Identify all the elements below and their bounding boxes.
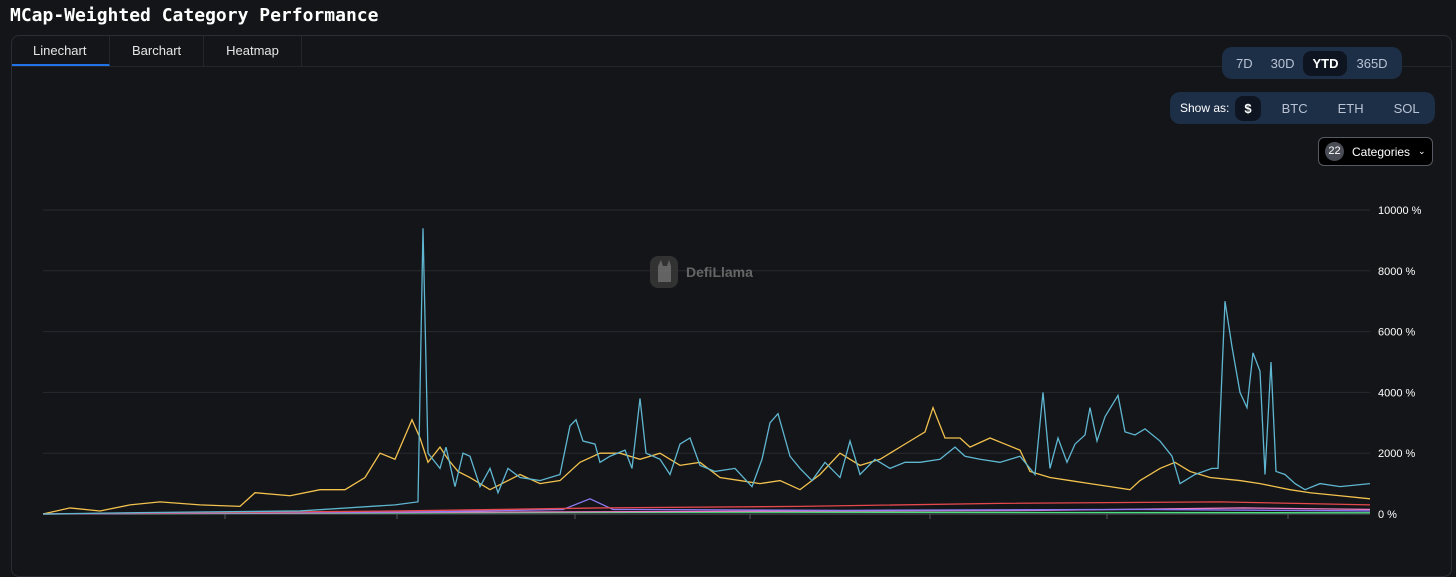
y-tick-label: 4000 % — [1378, 387, 1416, 399]
show-as-eth[interactable]: ETH — [1329, 96, 1373, 121]
range-7d[interactable]: 7D — [1227, 51, 1262, 76]
llama-logo-icon — [650, 256, 678, 288]
show-as-usd[interactable]: $ — [1235, 95, 1261, 121]
categories-label: Categories — [1352, 144, 1411, 159]
y-tick-label: 0 % — [1378, 509, 1397, 521]
y-tick-label: 2000 % — [1378, 448, 1416, 460]
series-yellow-line — [42, 405, 1371, 515]
range-ytd[interactable]: YTD — [1303, 50, 1348, 76]
show-as-label: Show as: — [1180, 101, 1230, 115]
range-365d[interactable]: 365D — [1347, 51, 1396, 76]
chevron-down-icon: ⌄ — [1418, 146, 1426, 156]
show-as-btc[interactable]: BTC — [1273, 96, 1317, 121]
time-range-selector: 7D 30D YTD 365D — [1222, 47, 1402, 79]
watermark-text: DefiLlama — [686, 264, 753, 280]
range-30d[interactable]: 30D — [1262, 51, 1304, 76]
show-as-sol[interactable]: SOL — [1385, 96, 1429, 121]
y-tick-label: 8000 % — [1378, 266, 1416, 278]
y-tick-label: 6000 % — [1378, 327, 1416, 339]
categories-count-badge: 22 — [1325, 142, 1344, 161]
show-as-selector: Show as: $ BTC ETH SOL — [1170, 92, 1435, 124]
defillama-watermark: DefiLlama — [648, 254, 753, 290]
y-tick-label: 10000 % — [1378, 205, 1422, 217]
categories-dropdown[interactable]: 22 Categories ⌄ — [1318, 137, 1433, 166]
